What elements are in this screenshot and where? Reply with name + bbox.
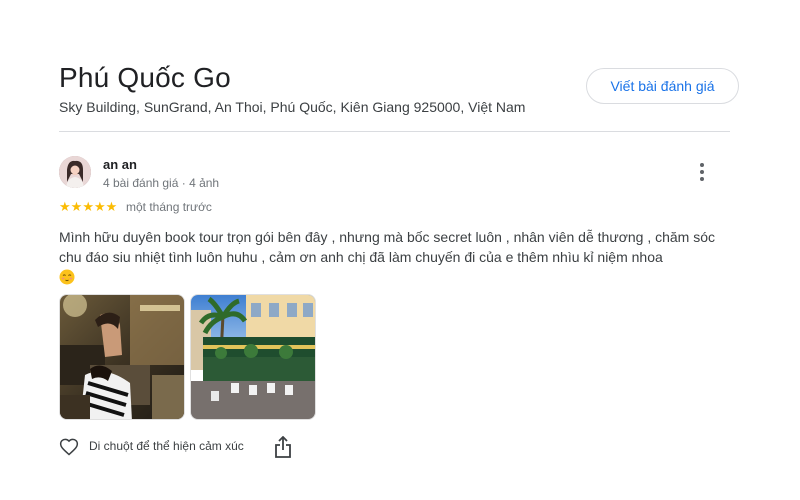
star-icon: ★: [93, 199, 106, 214]
heart-outline-icon[interactable]: [59, 437, 79, 457]
place-title: Phú Quốc Go: [59, 62, 231, 93]
reviewer-name[interactable]: an an: [103, 157, 137, 172]
review-text: Mình hữu duyên book tour trọn gói bên đâ…: [59, 227, 719, 287]
share-icon[interactable]: [274, 435, 292, 458]
star-rating: ★ ★ ★ ★ ★: [59, 200, 117, 214]
star-icon: ★: [59, 199, 71, 214]
like-hint: Di chuột để thể hiện cảm xúc: [89, 439, 244, 453]
avatar[interactable]: [59, 156, 91, 188]
reviewer-meta: 4 bài đánh giá · 4 ảnh: [103, 176, 220, 190]
review-photo-2[interactable]: [190, 294, 316, 420]
review-date: một tháng trước: [126, 200, 212, 214]
write-review-button[interactable]: Viết bài đánh giá: [586, 68, 739, 104]
place-address: Sky Building, SunGrand, An Thoi, Phú Quố…: [59, 99, 526, 115]
more-vert-icon[interactable]: [691, 161, 713, 183]
star-icon: ★: [105, 199, 118, 214]
smiling-face-icon: [59, 269, 75, 285]
star-icon: ★: [70, 199, 83, 214]
review-body: Mình hữu duyên book tour trọn gói bên đâ…: [59, 229, 716, 265]
star-icon: ★: [82, 199, 94, 214]
review-photo-1[interactable]: [59, 294, 185, 420]
divider: [59, 131, 730, 132]
